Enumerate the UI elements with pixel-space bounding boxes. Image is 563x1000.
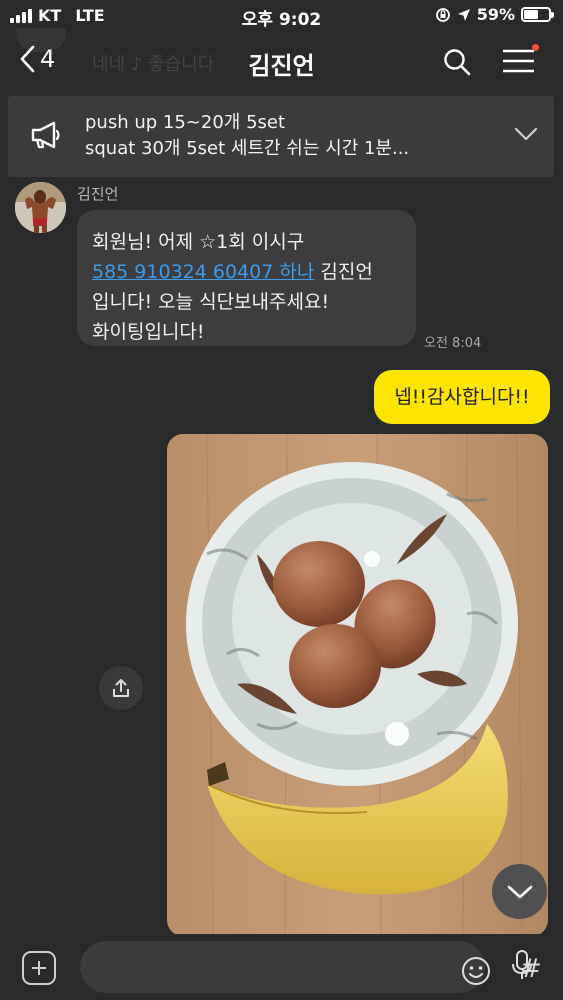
chat-title: 김진언 <box>248 52 315 80</box>
sender-name: 김진언 <box>77 185 119 203</box>
plus-icon <box>32 961 46 975</box>
location-icon <box>457 8 470 21</box>
status-bar: KT LTE 오후 9:02 59% <box>0 0 563 32</box>
battery-icon <box>521 7 554 22</box>
share-icon <box>113 679 129 697</box>
status-right: 59% <box>435 5 554 24</box>
emoji-icon <box>462 957 490 985</box>
voice-button[interactable] <box>510 949 534 985</box>
notification-dot <box>532 44 539 51</box>
message-input[interactable] <box>96 953 376 981</box>
message-line-1: 회원님! 어제 ☆1회 이시구 <box>92 231 305 253</box>
hamburger-icon <box>503 49 534 73</box>
attach-button[interactable] <box>22 951 56 985</box>
message-timestamp: 오전 8:04 <box>424 336 482 351</box>
notice-line-2: squat 30개 5set 세트간 쉬는 시간 1분... <box>85 138 410 159</box>
notice-line-1: push up 15~20개 5set <box>85 112 286 133</box>
menu-button[interactable] <box>502 44 539 78</box>
orientation-lock-icon <box>435 7 450 22</box>
account-number-link[interactable]: 585 910324 60407 하나 <box>92 261 314 283</box>
outgoing-message-bubble[interactable]: 넵!!감사합니다!! <box>374 370 550 424</box>
outgoing-message-text: 넵!!감사합니다!! <box>394 386 530 408</box>
message-line-2-rest: 김진언 <box>314 261 373 283</box>
chevron-down-icon <box>507 885 532 898</box>
scroll-to-bottom-button[interactable] <box>492 864 547 919</box>
message-input-bar: # <box>0 934 563 1000</box>
notice-banner[interactable]: push up 15~20개 5set squat 30개 5set 세트간 쉬… <box>8 96 554 177</box>
megaphone-icon <box>31 121 60 149</box>
search-button[interactable] <box>443 48 471 80</box>
share-button[interactable] <box>99 666 143 710</box>
search-icon <box>444 49 471 76</box>
incoming-message-bubble[interactable]: 회원님! 어제 ☆1회 이시구 585 910324 60407 하나 김진언 … <box>77 210 416 346</box>
battery-percent: 59% <box>476 5 515 24</box>
message-line-3: 입니다! 오늘 식단보내주세요! <box>92 291 330 313</box>
photo-message[interactable] <box>167 434 548 936</box>
chat-header: 네네 ♪ 좋습니다 4 김진언 <box>0 28 563 94</box>
emoji-button[interactable] <box>461 956 491 990</box>
microphone-icon <box>512 950 532 979</box>
message-line-2: 585 910324 60407 하나 김진언 <box>92 257 401 287</box>
message-field[interactable]: # <box>80 941 542 993</box>
chevron-down-icon <box>514 127 538 141</box>
food-photo <box>167 434 548 936</box>
sender-avatar[interactable] <box>15 182 66 233</box>
message-line-4: 화이팅입니다! <box>92 321 205 343</box>
notice-text: push up 15~20개 5set squat 30개 5set 세트간 쉬… <box>85 110 409 162</box>
